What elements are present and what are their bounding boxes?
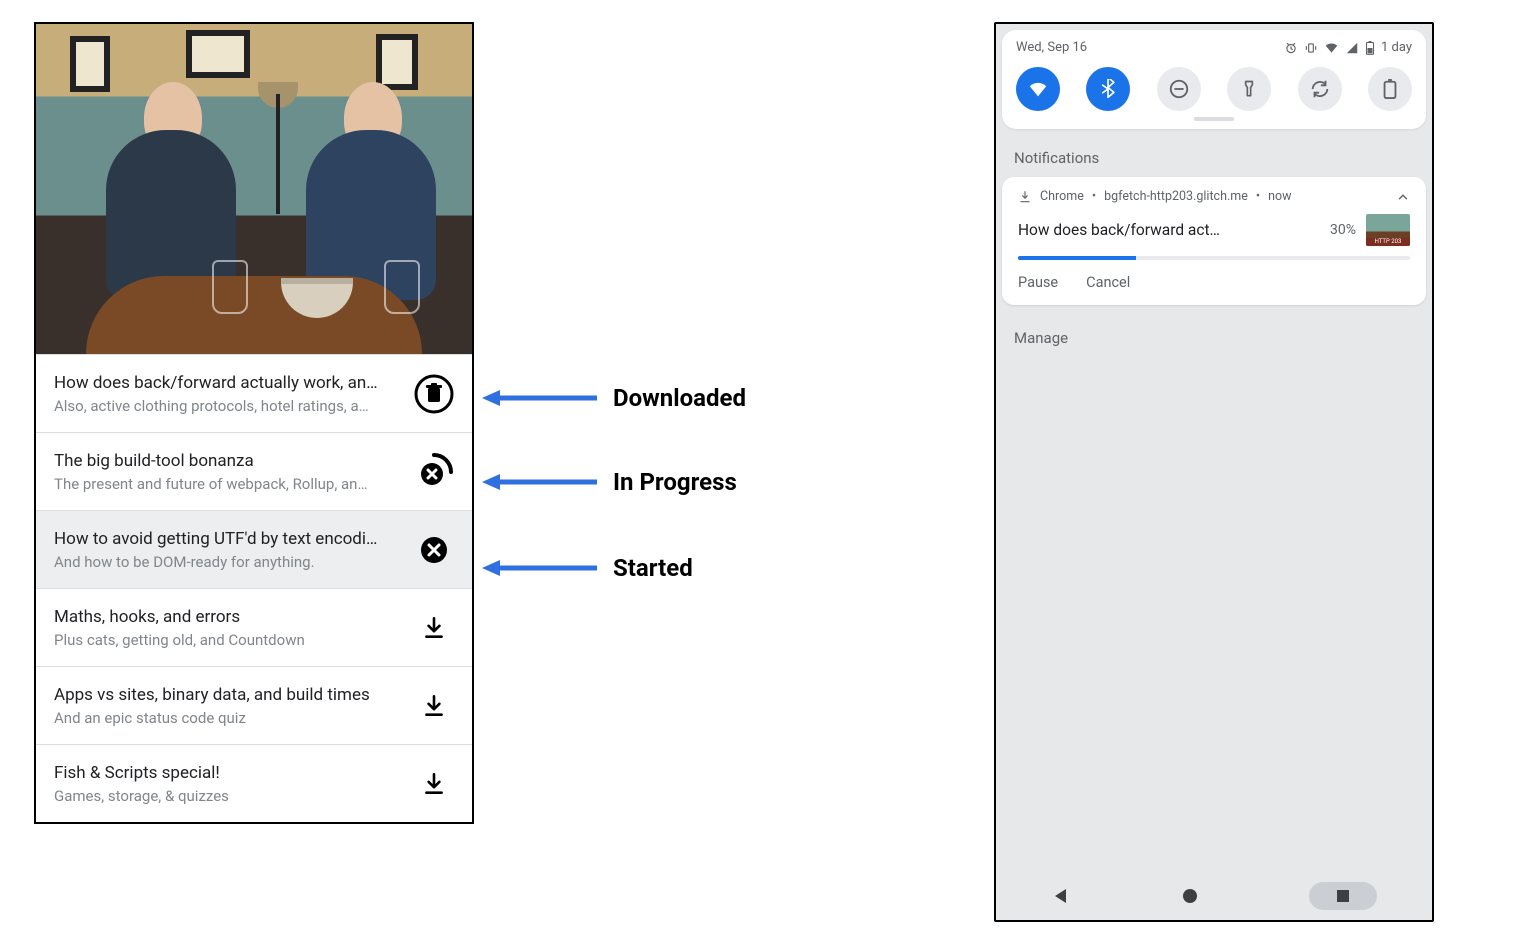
wifi-icon bbox=[1027, 78, 1049, 100]
annotation-label: Started bbox=[613, 554, 693, 582]
bluetooth-tile[interactable] bbox=[1086, 67, 1130, 111]
google-logo-icon: G bbox=[1034, 819, 1050, 847]
episode-title: How does back/forward actually work, an… bbox=[54, 373, 398, 393]
google-search-bar[interactable]: G bbox=[1018, 808, 1410, 858]
episode-title: Maths, hooks, and errors bbox=[54, 607, 398, 627]
annotation-in-progress: In Progress bbox=[482, 472, 737, 492]
episode-title: How to avoid getting UTF'd by text encod… bbox=[54, 529, 398, 549]
list-item[interactable]: The big build-tool bonanza The present a… bbox=[36, 432, 472, 510]
progress-bar-fill bbox=[1018, 256, 1136, 260]
cancel-download-button[interactable] bbox=[412, 528, 456, 572]
trash-icon bbox=[414, 374, 454, 414]
battery-saver-tile[interactable] bbox=[1368, 67, 1412, 111]
quick-settings-panel: Wed, Sep 16 1 day bbox=[1002, 30, 1426, 129]
list-item[interactable]: How to avoid getting UTF'd by text encod… bbox=[36, 510, 472, 588]
nav-recents-button[interactable] bbox=[1309, 882, 1377, 910]
download-icon bbox=[421, 693, 447, 719]
annotation-downloaded: Downloaded bbox=[482, 388, 746, 408]
triangle-back-icon bbox=[1051, 886, 1071, 906]
download-small-icon bbox=[1018, 190, 1032, 204]
wifi-tile[interactable] bbox=[1016, 67, 1060, 111]
flashlight-tile[interactable] bbox=[1227, 67, 1271, 111]
annotation-started: Started bbox=[482, 558, 693, 578]
manage-notifications-link[interactable]: Manage bbox=[996, 305, 1432, 371]
episode-title: The big build-tool bonanza bbox=[54, 451, 398, 471]
flashlight-icon bbox=[1239, 79, 1259, 99]
episode-list: How does back/forward actually work, an…… bbox=[36, 354, 472, 822]
episode-subtitle: Plus cats, getting old, and Countdown bbox=[54, 631, 398, 649]
list-item[interactable]: How does back/forward actually work, an…… bbox=[36, 354, 472, 432]
episode-subtitle: Also, active clothing protocols, hotel r… bbox=[54, 397, 398, 415]
square-recents-icon bbox=[1335, 888, 1351, 904]
camera-app-icon[interactable] bbox=[1360, 740, 1410, 790]
bluetooth-icon bbox=[1098, 79, 1118, 99]
list-item[interactable]: Apps vs sites, binary data, and build ti… bbox=[36, 666, 472, 744]
chrome-app-icon[interactable] bbox=[1275, 740, 1325, 790]
annotation-label: In Progress bbox=[613, 468, 737, 496]
download-button[interactable] bbox=[412, 762, 456, 806]
circle-home-icon bbox=[1181, 887, 1199, 905]
battery-status-icon bbox=[1365, 41, 1375, 55]
nav-home-button[interactable] bbox=[1181, 887, 1199, 905]
notification-title: How does back/forward act… bbox=[1018, 221, 1220, 239]
notification-source: bgfetch-http203.glitch.me bbox=[1104, 189, 1248, 204]
rotate-tile[interactable] bbox=[1298, 67, 1342, 111]
hero-image bbox=[36, 24, 472, 354]
episode-title: Fish & Scripts special! bbox=[54, 763, 398, 783]
notification-percent: 30% bbox=[1330, 222, 1356, 238]
list-item[interactable]: Maths, hooks, and errors Plus cats, gett… bbox=[36, 588, 472, 666]
home-screen-background: G bbox=[996, 334, 1432, 920]
progress-bar bbox=[1018, 256, 1410, 260]
android-notification-shade: G Wed, Sep 16 1 day bbox=[994, 22, 1434, 922]
notification-thumbnail bbox=[1366, 214, 1410, 246]
play-store-icon[interactable] bbox=[1189, 740, 1239, 790]
notifications-section-label: Notifications bbox=[996, 135, 1432, 177]
cellular-icon bbox=[1345, 41, 1359, 55]
episode-subtitle: And an epic status code quiz bbox=[54, 709, 398, 727]
status-bar-icons: 1 day bbox=[1284, 40, 1412, 55]
annotation-label: Downloaded bbox=[613, 384, 746, 412]
episode-app: How does back/forward actually work, an…… bbox=[34, 22, 474, 824]
notification-time: now bbox=[1268, 189, 1291, 204]
episode-subtitle: Games, storage, & quizzes bbox=[54, 787, 398, 805]
progress-cancel-icon bbox=[414, 452, 454, 492]
episode-subtitle: And how to be DOM-ready for anything. bbox=[54, 553, 398, 571]
arrow-icon bbox=[482, 388, 597, 408]
android-navbar bbox=[996, 872, 1432, 920]
dnd-tile[interactable] bbox=[1157, 67, 1201, 111]
vibrate-icon bbox=[1304, 41, 1318, 55]
download-icon bbox=[421, 615, 447, 641]
download-notification[interactable]: Chrome • bgfetch-http203.glitch.me • now… bbox=[1002, 177, 1426, 305]
battery-icon bbox=[1382, 79, 1398, 99]
collapse-button[interactable] bbox=[1396, 190, 1410, 204]
cancel-action[interactable]: Cancel bbox=[1086, 274, 1130, 291]
dnd-icon bbox=[1168, 78, 1190, 100]
assistant-icon bbox=[1374, 823, 1394, 843]
download-button[interactable] bbox=[412, 606, 456, 650]
episode-subtitle: The present and future of webpack, Rollu… bbox=[54, 475, 398, 493]
chevron-up-icon bbox=[1396, 190, 1410, 204]
wifi-status-icon bbox=[1324, 41, 1339, 55]
cancel-download-button[interactable] bbox=[412, 450, 456, 494]
nav-back-button[interactable] bbox=[1051, 886, 1071, 906]
messages-app-icon[interactable] bbox=[1104, 740, 1154, 790]
alarm-icon bbox=[1284, 41, 1298, 55]
expand-handle[interactable] bbox=[1194, 117, 1234, 121]
arrow-icon bbox=[482, 558, 597, 578]
episode-title: Apps vs sites, binary data, and build ti… bbox=[54, 685, 398, 705]
download-button[interactable] bbox=[412, 684, 456, 728]
status-date: Wed, Sep 16 bbox=[1016, 40, 1087, 55]
battery-text: 1 day bbox=[1381, 40, 1412, 55]
notification-app-name: Chrome bbox=[1040, 189, 1084, 204]
pause-action[interactable]: Pause bbox=[1018, 274, 1058, 291]
rotate-icon bbox=[1309, 78, 1331, 100]
delete-button[interactable] bbox=[412, 372, 456, 416]
download-icon bbox=[421, 771, 447, 797]
arrow-icon bbox=[482, 472, 597, 492]
list-item[interactable]: Fish & Scripts special! Games, storage, … bbox=[36, 744, 472, 822]
phone-app-icon[interactable] bbox=[1018, 740, 1068, 790]
home-dock bbox=[1018, 740, 1410, 790]
cancel-icon bbox=[419, 535, 449, 565]
